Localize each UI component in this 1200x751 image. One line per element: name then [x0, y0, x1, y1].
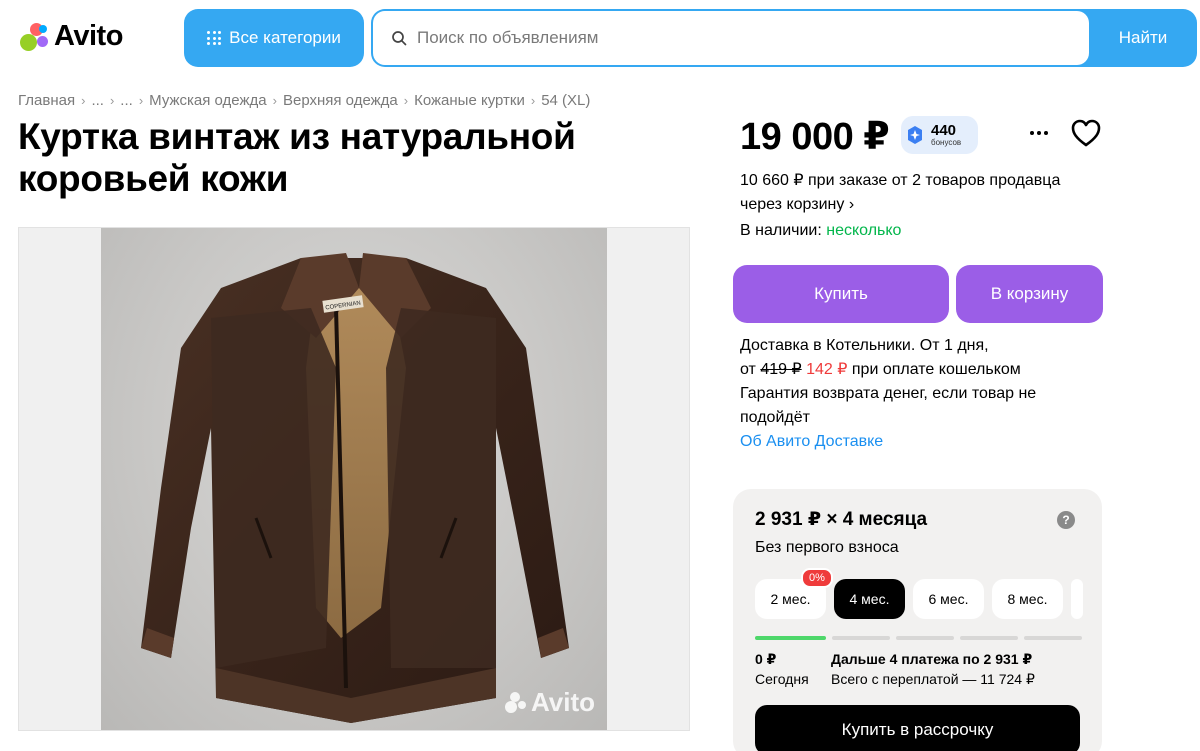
option-2-months[interactable]: 2 мес. 0%	[755, 568, 833, 619]
progress-segment	[832, 636, 890, 640]
bonus-icon	[908, 126, 922, 144]
option-label: 4 мес.	[849, 591, 890, 607]
bonus-label: бонусов	[931, 137, 962, 147]
breadcrumb-item[interactable]: Верхняя одежда	[283, 92, 398, 109]
bonus-amount: 440	[931, 121, 957, 139]
availability: В наличии: несколько	[740, 219, 901, 243]
bonus-badge[interactable]: 440 бонусов	[901, 116, 978, 154]
listing-title: Куртка винтаж из натуральной коровьей ко…	[18, 116, 576, 199]
today-amount: 0 ₽	[755, 651, 777, 667]
today-label: Сегодня	[755, 671, 809, 687]
further-text: Дальше 4 платежа по 2 931 ₽	[831, 651, 1033, 667]
search-icon	[392, 31, 407, 46]
availability-label: В наличии:	[740, 222, 822, 239]
breadcrumb-item[interactable]: Мужская одежда	[149, 92, 266, 109]
installment-title: 2 931 ₽ × 4 месяца	[755, 509, 928, 530]
option-8-months[interactable]: 8 мес.	[992, 579, 1063, 619]
delivery-line-1: Доставка в Котельники. От 1 дня,	[740, 337, 989, 354]
heart-icon[interactable]	[1070, 118, 1102, 148]
chevron-right-icon: ›	[138, 93, 144, 108]
search-input[interactable]	[417, 28, 1017, 48]
avito-delivery-link[interactable]: Об Авито Доставке	[740, 430, 1100, 454]
payment-progress	[755, 636, 1082, 640]
installment-card: 2 931 ₽ × 4 месяца Без первого взноса ? …	[733, 489, 1102, 751]
option-label: 8 мес.	[1007, 591, 1048, 607]
breadcrumb-item[interactable]: Кожаные куртки	[414, 92, 525, 109]
progress-segment	[755, 636, 826, 640]
delivery-wallet-text: при оплате кошельком	[851, 361, 1021, 378]
breadcrumb: Главная › ... › ... › Мужская одежда › В…	[18, 92, 590, 109]
delivery-from: от	[740, 361, 756, 378]
total-text: Всего с переплатой — 11 724 ₽	[831, 671, 1035, 687]
chevron-right-icon: ›	[403, 93, 409, 108]
delivery-guarantee: Гарантия возврата денег, если товар не п…	[740, 385, 1037, 426]
breadcrumb-item[interactable]: ...	[120, 92, 133, 109]
grid-dots-icon	[207, 31, 222, 45]
logo-dots-icon	[18, 21, 50, 53]
breadcrumb-item[interactable]: 54 (XL)	[541, 92, 590, 109]
chevron-right-icon: ›	[530, 93, 536, 108]
add-to-cart-button[interactable]: В корзину	[956, 265, 1103, 323]
leather-jacket-image: COPERNIAN	[141, 253, 569, 723]
installment-subtitle: Без первого взноса	[755, 539, 899, 556]
listing-photo[interactable]: COPERNIAN Avito	[18, 227, 690, 731]
price: 19 000 ₽	[740, 116, 890, 158]
buy-button[interactable]: Купить	[733, 265, 949, 323]
search-bar: Найти	[371, 9, 1197, 67]
today-payment: 0 ₽ Сегодня	[755, 649, 809, 689]
watermark-text: Avito	[530, 687, 595, 717]
all-categories-button[interactable]: Все категории	[184, 9, 364, 67]
breadcrumb-item[interactable]: Главная	[18, 92, 75, 109]
logo-text: Avito	[54, 20, 123, 52]
buy-installment-button[interactable]: Купить в рассрочку	[755, 705, 1080, 751]
option-more[interactable]	[1071, 579, 1083, 619]
progress-segment	[1024, 636, 1082, 640]
installment-options: 2 мес. 0% 4 мес. 6 мес. 8 мес.	[755, 568, 1083, 619]
all-categories-label: Все категории	[229, 28, 341, 47]
progress-segment	[896, 636, 954, 640]
breadcrumb-item[interactable]: ...	[91, 92, 104, 109]
delivery-info: Доставка в Котельники. От 1 дня, от 419 …	[740, 334, 1100, 454]
photo-watermark: Avito	[503, 687, 595, 718]
zero-percent-badge: 0%	[801, 568, 833, 588]
search-submit-button[interactable]: Найти	[1089, 9, 1197, 67]
promo-line-1: 10 660 ₽ при заказе от 2 товаров продавц…	[740, 172, 1061, 189]
further-payments: Дальше 4 платежа по 2 931 ₽ Всего с пере…	[831, 649, 1035, 689]
option-label: 6 мес.	[928, 591, 969, 607]
option-label: 2 мес.	[770, 591, 811, 607]
avito-logo[interactable]: Avito	[18, 20, 123, 53]
chevron-right-icon: ›	[81, 93, 86, 108]
availability-value: несколько	[826, 222, 902, 239]
progress-segment	[960, 636, 1018, 640]
delivery-old-price: 419 ₽	[760, 361, 802, 378]
more-options-icon[interactable]	[1022, 122, 1056, 144]
chevron-right-icon: ›	[109, 93, 115, 108]
promo-line-2: через корзину ›	[740, 196, 855, 213]
search-field[interactable]	[373, 11, 1089, 65]
bundle-promo[interactable]: 10 660 ₽ при заказе от 2 товаров продавц…	[740, 169, 1100, 217]
chevron-right-icon: ›	[272, 93, 277, 108]
option-4-months[interactable]: 4 мес.	[834, 579, 905, 619]
delivery-new-price: 142 ₽	[806, 361, 848, 378]
watermark-dots-icon	[504, 691, 526, 713]
option-6-months[interactable]: 6 мес.	[913, 579, 984, 619]
help-icon[interactable]: ?	[1057, 511, 1075, 529]
